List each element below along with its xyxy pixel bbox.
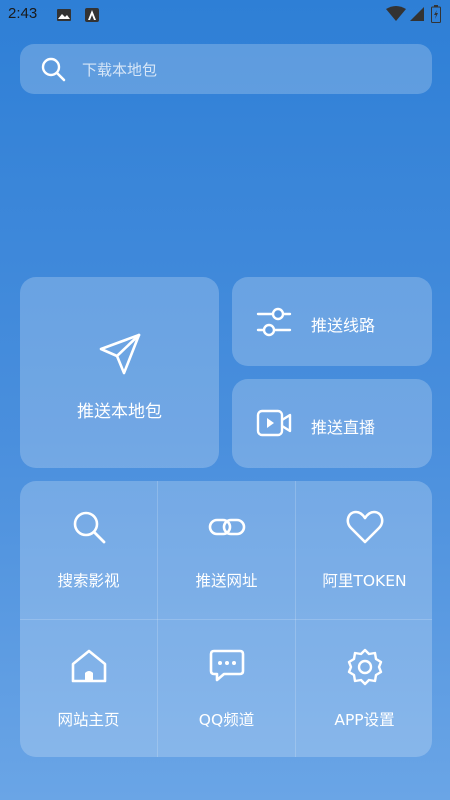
app-settings-button[interactable]: APP设置 xyxy=(296,620,432,757)
push-live-button[interactable]: 推送直播 xyxy=(232,379,432,468)
battery-icon xyxy=(431,5,441,27)
gallery-icon xyxy=(56,7,72,27)
grid-item-label: 网站主页 xyxy=(57,711,120,729)
push-route-label: 推送线路 xyxy=(311,316,376,335)
search-bar[interactable]: 下载本地包 xyxy=(20,44,432,94)
push-live-label: 推送直播 xyxy=(311,418,376,437)
gear-icon xyxy=(346,648,384,690)
push-route-button[interactable]: 推送线路 xyxy=(232,277,432,366)
search-icon xyxy=(40,56,66,86)
qq-channel-button[interactable]: QQ频道 xyxy=(158,620,295,757)
send-icon xyxy=(98,332,142,380)
video-camera-icon xyxy=(256,407,292,443)
grid-item-label: 阿里TOKEN xyxy=(322,572,407,590)
ali-token-button[interactable]: 阿里TOKEN xyxy=(296,481,432,619)
heart-icon xyxy=(345,509,385,549)
push-local-package-button[interactable]: 推送本地包 xyxy=(20,277,219,468)
push-local-package-label: 推送本地包 xyxy=(77,402,162,422)
status-bar: 2:43 xyxy=(0,0,450,32)
chat-icon xyxy=(208,648,246,688)
link-icon xyxy=(207,509,247,549)
signal-icon xyxy=(410,6,424,26)
wifi-icon xyxy=(386,6,406,26)
grid-item-label: 搜索影视 xyxy=(57,572,120,590)
push-url-button[interactable]: 推送网址 xyxy=(158,481,295,619)
search-icon xyxy=(71,509,107,549)
search-placeholder: 下载本地包 xyxy=(82,61,158,79)
search-movies-button[interactable]: 搜索影视 xyxy=(20,481,157,619)
action-grid: 搜索影视 推送网址 阿里TOKEN 网站主页 QQ频道 APP设置 xyxy=(20,481,432,757)
status-time: 2:43 xyxy=(8,5,38,22)
grid-item-label: QQ频道 xyxy=(198,711,255,729)
app-notification-icon xyxy=(84,7,100,27)
grid-item-label: APP设置 xyxy=(334,711,395,729)
home-icon xyxy=(70,648,108,688)
grid-item-label: 推送网址 xyxy=(195,572,258,590)
sliders-icon xyxy=(256,305,292,343)
website-home-button[interactable]: 网站主页 xyxy=(20,620,157,757)
